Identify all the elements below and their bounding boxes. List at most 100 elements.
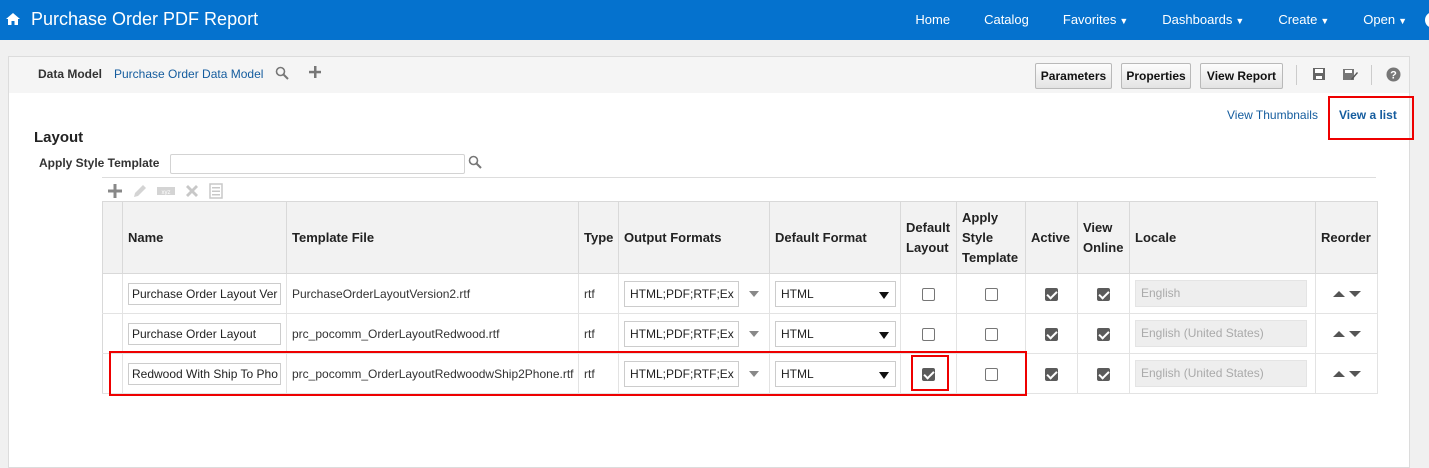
- properties-icon: [209, 183, 223, 202]
- chevron-down-icon: ▼: [1398, 16, 1407, 26]
- locale-field: English (United States): [1135, 360, 1307, 387]
- chevron-up-icon[interactable]: [1332, 290, 1345, 297]
- active-checkbox[interactable]: [1045, 367, 1058, 381]
- nav-label: Open: [1363, 12, 1396, 27]
- chevron-down-icon[interactable]: [749, 370, 759, 377]
- chevron-down-icon[interactable]: [749, 290, 759, 297]
- rename-icon: xyz: [157, 184, 175, 201]
- app-header: Purchase Order PDF Report Home Catalog F…: [0, 0, 1429, 40]
- plus-icon[interactable]: [308, 65, 322, 82]
- row-selector[interactable]: [102, 273, 123, 314]
- data-model-link[interactable]: Purchase Order Data Model: [114, 67, 263, 81]
- column-header[interactable]: Name: [122, 201, 287, 274]
- toolbar-divider: [1371, 65, 1372, 85]
- nav-label: Create: [1278, 12, 1318, 27]
- chevron-down-icon[interactable]: [1348, 370, 1361, 377]
- view-online-checkbox[interactable]: [1097, 367, 1110, 381]
- output-formats-input[interactable]: HTML;PDF;RTF;Ex: [624, 320, 739, 347]
- nav-catalog[interactable]: Catalog: [967, 12, 1029, 27]
- editor-toolbar: Data Model Purchase Order Data Model Par…: [9, 57, 1409, 93]
- template-file-cell: prc_pocomm_OrderLayoutRedwoodwShip2Phone…: [286, 353, 579, 394]
- apply-style-checkbox[interactable]: [984, 287, 998, 301]
- nav-label: Home: [915, 12, 951, 27]
- save-as-icon[interactable]: [1342, 67, 1358, 85]
- apply-style-checkbox[interactable]: [984, 327, 998, 341]
- column-header[interactable]: Apply Style Template: [956, 201, 1026, 274]
- column-header[interactable]: View Online: [1077, 201, 1130, 274]
- nav-dashboards[interactable]: Dashboards ▼: [1145, 12, 1244, 27]
- apply-style-checkbox[interactable]: [984, 367, 998, 381]
- chevron-down-icon[interactable]: [1348, 330, 1361, 337]
- apply-style-template-input[interactable]: [170, 154, 465, 174]
- search-icon[interactable]: [468, 155, 482, 172]
- column-header[interactable]: Default Layout: [900, 201, 957, 274]
- nav-label: Catalog: [984, 12, 1029, 27]
- nav-create[interactable]: Create ▼: [1261, 12, 1329, 27]
- properties-button[interactable]: Properties: [1121, 63, 1191, 89]
- divider: [102, 177, 1376, 178]
- nav-favorites[interactable]: Favorites ▼: [1046, 12, 1128, 27]
- home-icon[interactable]: [5, 12, 21, 29]
- svg-text:xyz: xyz: [162, 190, 171, 196]
- output-formats-input[interactable]: HTML;PDF;RTF;Ex: [624, 360, 739, 387]
- column-header[interactable]: Locale: [1129, 201, 1316, 274]
- type-cell: rtf: [578, 353, 619, 394]
- locale-field: English (United States): [1135, 320, 1307, 347]
- view-list-link[interactable]: View a list: [1339, 108, 1397, 122]
- column-header[interactable]: Type: [578, 201, 619, 274]
- default-format-value: HTML: [781, 366, 814, 381]
- save-icon[interactable]: [1312, 67, 1326, 84]
- global-nav: Home Catalog Favorites ▼ Dashboards ▼ Crea…: [881, 12, 1407, 27]
- add-icon[interactable]: [107, 183, 123, 202]
- layouts-table: Name Template File Type Output Formats D…: [102, 201, 1378, 394]
- default-format-value: HTML: [781, 286, 814, 301]
- chevron-up-icon[interactable]: [1332, 330, 1345, 337]
- layout-heading: Layout: [34, 129, 84, 146]
- default-format-select[interactable]: HTML: [775, 280, 896, 307]
- row-selector[interactable]: [102, 313, 123, 354]
- column-header[interactable]: Template File: [286, 201, 579, 274]
- search-icon[interactable]: [275, 66, 289, 83]
- parameters-button[interactable]: Parameters: [1035, 63, 1112, 89]
- default-layout-checkbox[interactable]: [922, 287, 935, 301]
- chevron-down-icon: [879, 331, 889, 339]
- table-row[interactable]: Purchase Order Layout Ver PurchaseOrderL…: [102, 273, 1378, 314]
- layout-name-input[interactable]: Purchase Order Layout: [128, 322, 281, 345]
- default-format-select[interactable]: HTML: [775, 360, 896, 387]
- apply-style-template-label: Apply Style Template: [39, 156, 160, 170]
- template-file-cell: PurchaseOrderLayoutVersion2.rtf: [286, 273, 579, 314]
- column-header[interactable]: Default Format: [769, 201, 901, 274]
- row-selector[interactable]: [102, 353, 123, 394]
- layout-name-input[interactable]: Purchase Order Layout Ver: [128, 282, 281, 305]
- chevron-down-icon: ▼: [1119, 16, 1129, 26]
- layout-name-input[interactable]: Redwood With Ship To Pho: [128, 362, 281, 385]
- default-layout-checkbox[interactable]: [922, 327, 935, 341]
- type-cell: rtf: [578, 273, 619, 314]
- nav-open[interactable]: Open ▼: [1346, 12, 1407, 27]
- column-header[interactable]: Output Formats: [618, 201, 770, 274]
- default-layout-checkbox[interactable]: [922, 367, 935, 381]
- table-row[interactable]: Redwood With Ship To Pho prc_pocomm_Orde…: [102, 353, 1378, 394]
- view-thumbnails-link[interactable]: View Thumbnails: [1227, 108, 1318, 122]
- active-checkbox[interactable]: [1045, 327, 1058, 341]
- toolbar-divider: [1296, 65, 1297, 85]
- default-format-select[interactable]: HTML: [775, 320, 896, 347]
- active-checkbox[interactable]: [1045, 287, 1058, 301]
- chevron-down-icon: [879, 291, 889, 299]
- default-format-value: HTML: [781, 326, 814, 341]
- user-avatar[interactable]: [1425, 12, 1429, 28]
- nav-home[interactable]: Home: [898, 12, 950, 27]
- help-icon[interactable]: ?: [1386, 67, 1401, 85]
- view-online-checkbox[interactable]: [1097, 327, 1110, 341]
- column-header[interactable]: Active: [1025, 201, 1078, 274]
- output-formats-input[interactable]: HTML;PDF;RTF;Ex: [624, 280, 739, 307]
- chevron-down-icon[interactable]: [749, 330, 759, 337]
- view-online-checkbox[interactable]: [1097, 287, 1110, 301]
- view-report-button[interactable]: View Report: [1200, 63, 1283, 89]
- chevron-down-icon: [879, 371, 889, 379]
- table-header-row: Name Template File Type Output Formats D…: [102, 201, 1378, 274]
- chevron-down-icon[interactable]: [1348, 290, 1361, 297]
- chevron-up-icon[interactable]: [1332, 370, 1345, 377]
- column-header: Reorder: [1315, 201, 1378, 274]
- table-row[interactable]: Purchase Order Layout prc_pocomm_OrderLa…: [102, 313, 1378, 354]
